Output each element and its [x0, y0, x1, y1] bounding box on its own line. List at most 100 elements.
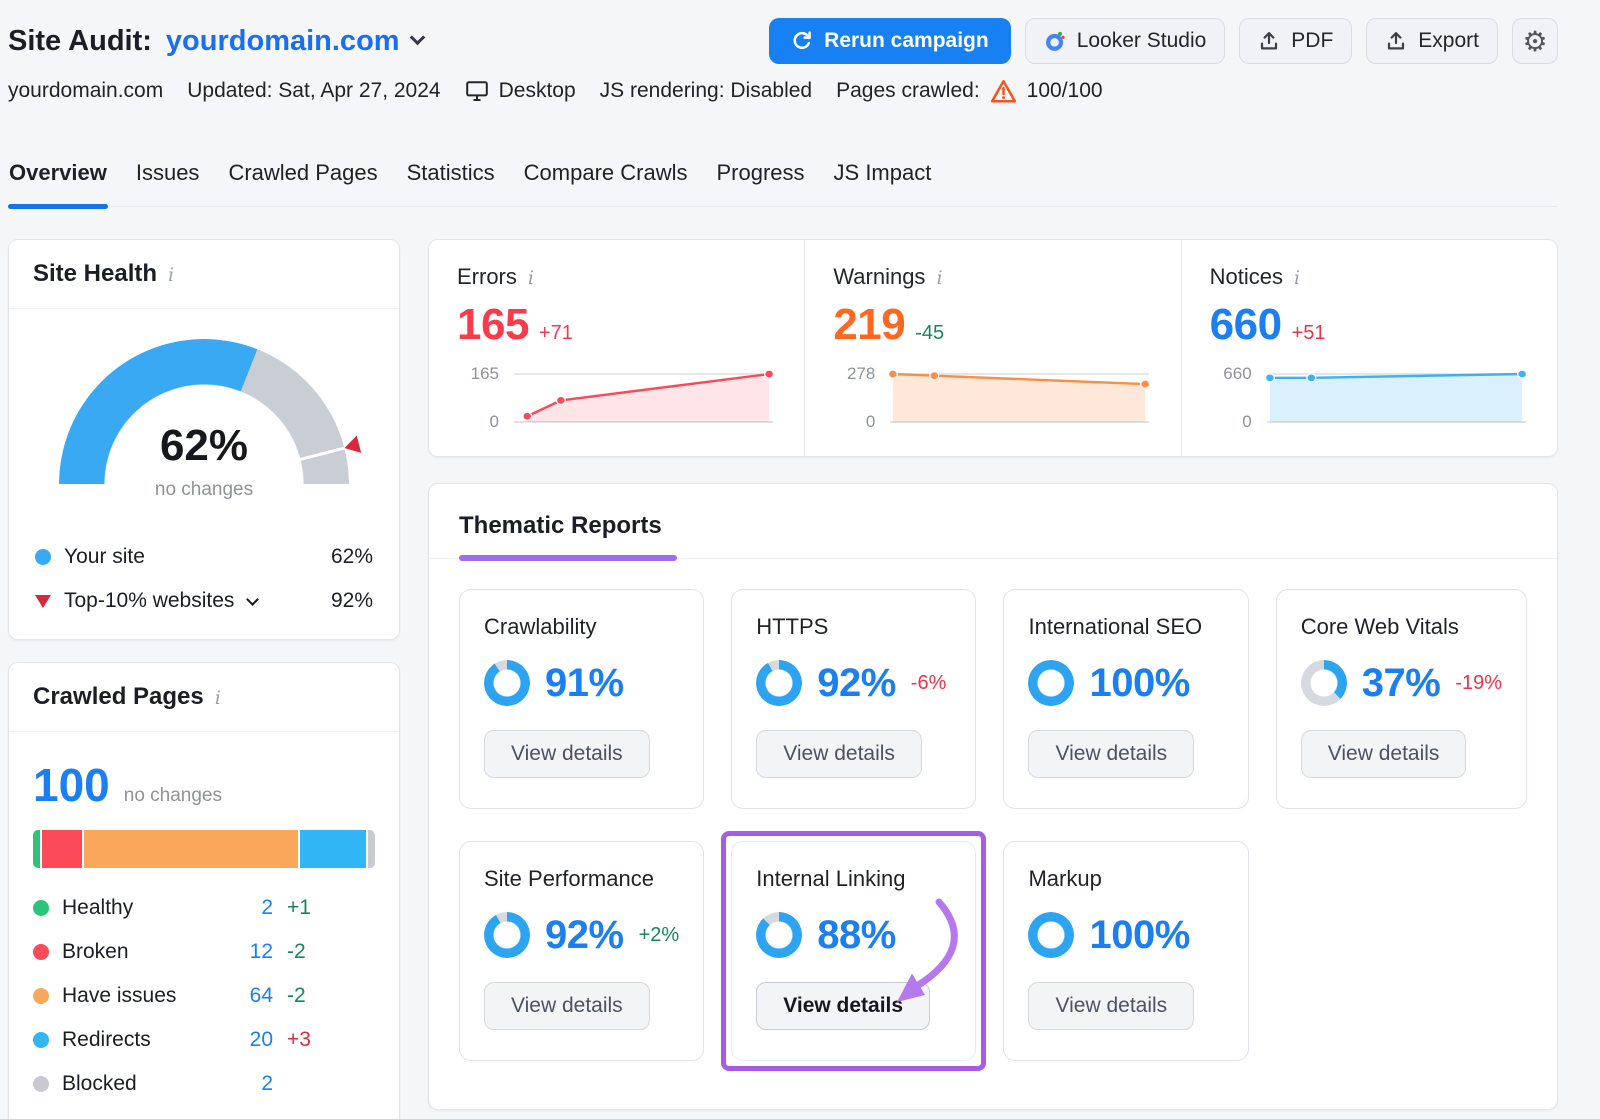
export-label: Export [1418, 29, 1479, 53]
gray-dot-icon [33, 1076, 49, 1092]
blocked-count-link[interactable]: 2 [213, 1072, 273, 1096]
overview-content: Site Health i 62% no changes [0, 207, 1600, 1119]
notices-sparkline [1264, 366, 1529, 430]
info-icon[interactable]: i [168, 263, 174, 285]
tab-issues[interactable]: Issues [135, 154, 201, 206]
warnings-kpi: Warningsi 219 -45 278 0 [804, 240, 1180, 456]
site-health-title: Site Health [33, 260, 157, 288]
meta-device: Desktop [465, 79, 576, 103]
legend-row-top10[interactable]: Top-10% websites 92% [35, 589, 373, 613]
warning-triangle-icon[interactable] [990, 79, 1017, 103]
campaign-meta: yourdomain.com Updated: Sat, Apr 27, 202… [8, 74, 1558, 108]
errors-delta: +71 [539, 322, 573, 345]
international-seo-donut [1028, 660, 1074, 706]
domain-name: yourdomain.com [166, 25, 400, 58]
meta-js-rendering: JS rendering: Disabled [600, 79, 812, 103]
site-performance-donut [484, 912, 530, 958]
tab-js-impact[interactable]: JS Impact [833, 154, 933, 206]
warnings-sparkline [887, 366, 1152, 430]
bar-segment-healthy[interactable] [33, 830, 40, 868]
notices-value: 660 [1210, 300, 1282, 350]
looker-studio-label: Looker Studio [1077, 29, 1207, 53]
redirects-count-link[interactable]: 20 [213, 1028, 273, 1052]
legend-row-broken: Broken 12 -2 [33, 940, 375, 964]
crawled-pages-change: no changes [124, 785, 222, 807]
info-icon[interactable]: i [1294, 266, 1300, 288]
crawled-pages-legend: Healthy 2 +1 Broken 12 -2 Have issues 64 [33, 896, 375, 1096]
chevron-down-icon [409, 29, 425, 45]
internal-linking-view-details-button[interactable]: View details [756, 982, 930, 1030]
markup-card: Markup 100% View details [1003, 841, 1248, 1061]
have-issues-count-link[interactable]: 64 [213, 984, 273, 1008]
crawled-pages-title: Crawled Pages [33, 683, 204, 711]
markup-view-details-button[interactable]: View details [1028, 982, 1194, 1030]
meta-updated: Updated: Sat, Apr 27, 2024 [187, 79, 440, 103]
refresh-icon [791, 30, 813, 52]
settings-button[interactable]: ⚙ [1512, 18, 1558, 64]
looker-studio-icon [1044, 30, 1066, 52]
tab-progress[interactable]: Progress [715, 154, 805, 206]
page-title: Site Audit: [8, 25, 152, 58]
markup-donut [1028, 912, 1074, 958]
thematic-reports-card: Thematic Reports Crawlability 91% View d… [428, 483, 1558, 1110]
meta-domain: yourdomain.com [8, 79, 163, 103]
site-performance-view-details-button[interactable]: View details [484, 982, 650, 1030]
tab-overview[interactable]: Overview [8, 154, 108, 206]
upload-icon [1385, 30, 1407, 52]
site-performance-card: Site Performance 92% +2% View details [459, 841, 704, 1061]
errors-label: Errors [457, 264, 517, 290]
tab-statistics[interactable]: Statistics [406, 154, 496, 206]
gear-icon: ⚙ [1522, 25, 1547, 58]
https-view-details-button[interactable]: View details [756, 730, 922, 778]
pdf-label: PDF [1291, 29, 1333, 53]
notices-kpi: Noticesi 660 +51 660 0 [1181, 240, 1557, 456]
thematic-reports-title: Thematic Reports [459, 512, 662, 558]
bar-segment-redirects[interactable] [300, 830, 367, 868]
site-health-card: Site Health i 62% no changes [8, 239, 400, 640]
rerun-campaign-button[interactable]: Rerun campaign [769, 18, 1011, 64]
healthy-count-link[interactable]: 2 [213, 896, 273, 920]
left-column: Site Health i 62% no changes [8, 239, 400, 1119]
core-web-vitals-view-details-button[interactable]: View details [1301, 730, 1467, 778]
toolbar: Rerun campaign Looker Studio PDF [769, 18, 1558, 64]
internal-linking-highlight-box: Internal Linking 88% View details [721, 831, 986, 1071]
domain-selector[interactable]: yourdomain.com [166, 25, 423, 58]
notices-delta: +51 [1292, 322, 1326, 345]
warnings-label: Warnings [833, 264, 925, 290]
info-icon[interactable]: i [528, 266, 534, 288]
info-icon[interactable]: i [936, 266, 942, 288]
notices-label: Notices [1210, 264, 1283, 290]
bar-segment-blocked[interactable] [368, 830, 375, 868]
bar-segment-broken[interactable] [42, 830, 82, 868]
crawled-pages-card: Crawled Pages i 100 no changes Healthy 2… [8, 662, 400, 1119]
legend-row-redirects: Redirects 20 +3 [33, 1028, 375, 1052]
pdf-button[interactable]: PDF [1239, 18, 1352, 64]
blue-dot-icon [33, 1032, 49, 1048]
desktop-monitor-icon [465, 80, 489, 102]
core-web-vitals-donut [1301, 660, 1347, 706]
info-icon[interactable]: i [215, 686, 221, 708]
site-health-legend: Your site 62% Top-10% websites 92% [33, 545, 375, 613]
crawlability-donut [484, 660, 530, 706]
tab-compare-crawls[interactable]: Compare Crawls [523, 154, 689, 206]
rerun-campaign-label: Rerun campaign [824, 29, 989, 53]
international-seo-view-details-button[interactable]: View details [1028, 730, 1194, 778]
site-health-change: no changes [59, 479, 349, 501]
looker-studio-button[interactable]: Looker Studio [1025, 18, 1226, 64]
international-seo-card: International SEO 100% View details [1003, 589, 1248, 809]
internal-linking-card: Internal Linking 88% View details [731, 841, 976, 1061]
legend-row-blocked: Blocked 2 [33, 1072, 375, 1096]
crawlability-view-details-button[interactable]: View details [484, 730, 650, 778]
broken-count-link[interactable]: 12 [213, 940, 273, 964]
blue-dot-icon [35, 549, 51, 565]
tab-crawled-pages[interactable]: Crawled Pages [227, 154, 378, 206]
right-column: Errorsi 165 +71 165 0 Warningsi [428, 239, 1558, 1110]
export-button[interactable]: Export [1366, 18, 1498, 64]
bar-segment-have-issues[interactable] [84, 830, 298, 868]
green-dot-icon [33, 900, 49, 916]
orange-dot-icon [33, 988, 49, 1004]
chevron-down-icon[interactable] [247, 593, 260, 606]
header: Site Audit: yourdomain.com Rerun campaig… [0, 0, 1600, 108]
meta-pages-crawled: Pages crawled: 100/100 [836, 79, 1103, 103]
legend-row-have-issues: Have issues 64 -2 [33, 984, 375, 1008]
